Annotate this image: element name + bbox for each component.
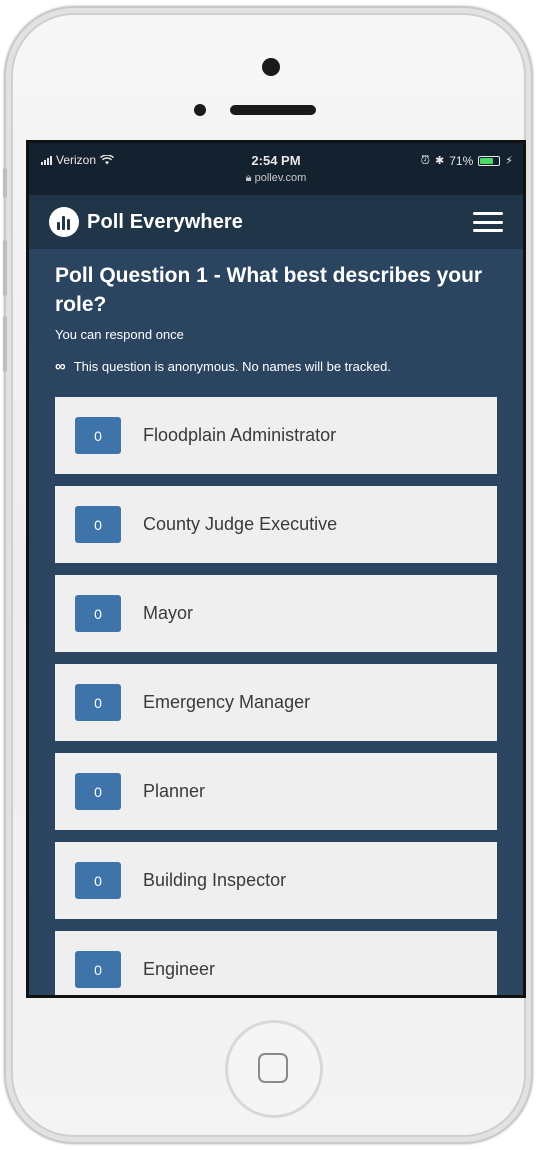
front-camera [262, 58, 280, 76]
volume-up-button [3, 240, 7, 296]
respond-note: You can respond once [55, 327, 184, 342]
lock-icon: 🔒︎ [245, 172, 252, 184]
poll-option[interactable]: 0 Mayor [55, 575, 497, 652]
option-label: Mayor [143, 603, 194, 623]
infinity-icon: ∞ [55, 358, 66, 375]
poll-everywhere-logo-icon [49, 207, 79, 237]
poll-question-title: Poll Question 1 - What best describes yo… [55, 264, 483, 316]
bluetooth-icon: ✱ [435, 155, 445, 167]
option-label: Building Inspector [143, 870, 287, 890]
url-bar[interactable]: 🔒︎ pollev.com [29, 172, 523, 185]
option-count-badge: 0 [75, 684, 121, 721]
option-label: County Judge Executive [143, 514, 338, 534]
battery-icon [478, 155, 501, 166]
alarm-icon: ⏰︎ [420, 153, 431, 167]
battery-percent: 71% [449, 153, 474, 168]
poll-option[interactable]: 0 Floodplain Administrator [55, 397, 497, 474]
volume-down-button [3, 316, 7, 372]
option-label: Engineer [143, 959, 216, 979]
app-header: Poll Everywhere [29, 195, 523, 249]
poll-option[interactable]: 0 Emergency Manager [55, 664, 497, 741]
option-count-badge: 0 [75, 951, 121, 988]
home-square-icon [258, 1053, 288, 1083]
poll-content: Poll Question 1 - What best describes yo… [29, 249, 523, 995]
option-label: Floodplain Administrator [143, 425, 337, 445]
option-label: Emergency Manager [143, 692, 311, 712]
brand-name: Poll Everywhere [87, 210, 244, 233]
option-count-badge: 0 [75, 773, 121, 810]
option-count-badge: 0 [75, 595, 121, 632]
silent-switch [3, 168, 7, 198]
option-count-badge: 0 [75, 506, 121, 543]
url-text: pollev.com [254, 172, 307, 184]
status-right: ⏰︎ ✱ 71% ⚡︎ [421, 153, 513, 168]
poll-options: 0 Floodplain Administrator 0 County Judg… [55, 397, 497, 995]
phone-screen: Verizon 2:54 PM 🔒︎ pollev.com ⏰︎ ✱ 71% ⚡… [26, 140, 526, 998]
anonymous-note-text: This question is anonymous. No names wil… [73, 359, 391, 374]
charging-icon: ⚡︎ [505, 155, 513, 167]
poll-option[interactable]: 0 Planner [55, 753, 497, 830]
earpiece-speaker [230, 105, 316, 115]
poll-option[interactable]: 0 County Judge Executive [55, 486, 497, 563]
status-bar: Verizon 2:54 PM 🔒︎ pollev.com ⏰︎ ✱ 71% ⚡… [29, 143, 523, 195]
hamburger-menu-icon[interactable] [473, 212, 503, 232]
option-label: Planner [143, 781, 206, 801]
option-count-badge: 0 [75, 862, 121, 899]
proximity-sensor [194, 104, 206, 116]
poll-option[interactable]: 0 Building Inspector [55, 842, 497, 919]
option-count-badge: 0 [75, 417, 121, 454]
poll-option[interactable]: 0 Engineer [55, 931, 497, 995]
anonymous-note: ∞ This question is anonymous. No names w… [55, 358, 497, 375]
